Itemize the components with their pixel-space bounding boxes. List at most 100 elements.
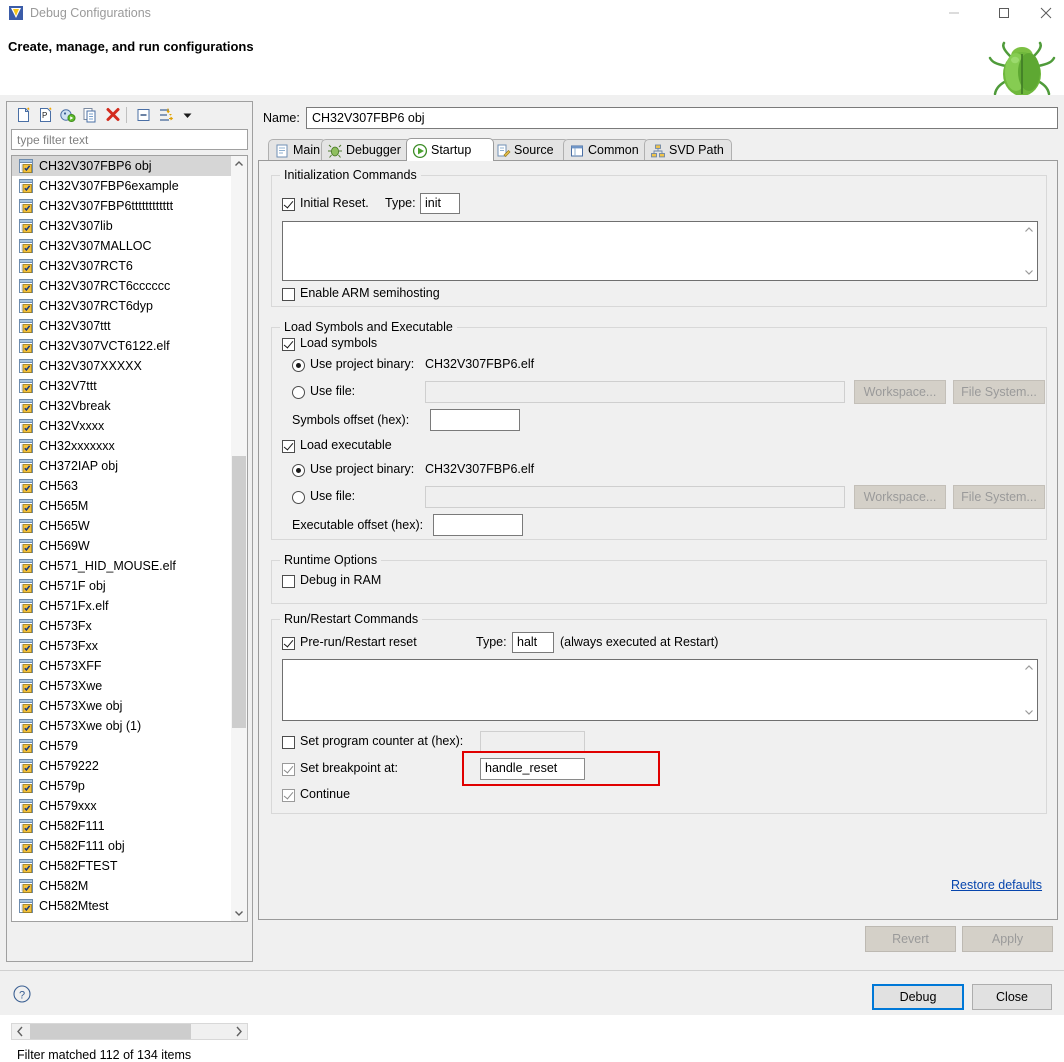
tab-debugger[interactable]: Debugger [321,139,411,161]
symbols-workspace-button[interactable]: Workspace... [854,380,946,404]
collapse-all-icon[interactable] [135,106,153,124]
tab-startup[interactable]: Startup [406,138,494,161]
symbols-filesystem-button[interactable]: File System... [953,380,1045,404]
prerun-type-input[interactable]: halt [512,632,554,653]
duplicate-icon[interactable] [81,106,99,124]
tree-item[interactable]: CH582F111 [12,816,232,836]
tab-svd-path[interactable]: SVD Path [644,139,732,161]
new-prototype-icon[interactable]: P [37,106,55,124]
new-launch-configuration-icon[interactable] [15,106,33,124]
tree-item[interactable]: CH571Fx.elf [12,596,232,616]
export-icon[interactable] [59,106,77,124]
minimize-button[interactable] [932,0,976,26]
symbols-use-project-binary-radio[interactable] [292,359,305,372]
scroll-up-arrow[interactable] [231,156,247,172]
scroll-right-arrow[interactable] [230,1024,247,1039]
tab-main[interactable]: Main [268,139,326,161]
tree-vertical-scrollbar[interactable] [231,156,247,921]
debug-in-ram-checkbox[interactable] [282,575,295,588]
executable-use-file-input[interactable] [425,486,845,508]
tree-item[interactable]: CH32V307lib [12,216,232,236]
set-program-counter-input[interactable] [480,731,585,752]
init-commands-scrollbar[interactable] [1022,223,1036,279]
tree-item[interactable]: CH32V307XXXXX [12,356,232,376]
executable-use-file-radio[interactable] [292,491,305,504]
load-executable-checkbox[interactable] [282,440,295,453]
tree-item[interactable]: CH579222 [12,756,232,776]
delete-icon[interactable] [104,106,122,124]
executable-offset-input[interactable] [433,514,523,536]
tree-item[interactable]: CH571_HID_MOUSE.elf [12,556,232,576]
restore-defaults-link[interactable]: Restore defaults [951,878,1042,892]
help-icon[interactable]: ? [12,984,32,1004]
tree-item[interactable]: CH32V307FBP6tttttttttttt [12,196,232,216]
initialization-commands-textarea[interactable] [282,221,1038,281]
init-scroll-down-arrow[interactable] [1022,265,1036,279]
tree-item[interactable]: CH32V307RCT6 [12,256,232,276]
tree-item[interactable]: CH32xxxxxxx [12,436,232,456]
executable-workspace-button[interactable]: Workspace... [854,485,946,509]
tree-item[interactable]: CH573Xwe obj [12,696,232,716]
tree-item[interactable]: CH569W [12,536,232,556]
tree-item[interactable]: CH579xxx [12,796,232,816]
revert-button[interactable]: Revert [865,926,956,952]
tree-item[interactable]: CH563 [12,476,232,496]
tree-item[interactable]: CH32V307ttt [12,316,232,336]
continue-checkbox[interactable] [282,789,295,802]
tree-item[interactable]: CH565M [12,496,232,516]
tree-item[interactable]: CH32V307VCT6122.elf [12,336,232,356]
tab-common[interactable]: Common [563,139,649,161]
executable-filesystem-button[interactable]: File System... [953,485,1045,509]
tree-item[interactable]: CH372IAP obj [12,456,232,476]
tree-item[interactable]: CH32V307FBP6example [12,176,232,196]
tree-item[interactable]: CH582F111 obj [12,836,232,856]
tree-item[interactable]: CH32V307MALLOC [12,236,232,256]
tree-item[interactable]: CH32Vbreak [12,396,232,416]
run-restart-commands-textarea[interactable] [282,659,1038,721]
tree-item[interactable]: CH582M [12,876,232,896]
tree-item[interactable]: CH32V307RCT6cccccc [12,276,232,296]
init-scroll-up-arrow[interactable] [1022,223,1036,237]
tree-item[interactable]: CH32V307FBP6 obj [12,156,232,176]
symbols-use-file-radio[interactable] [292,386,305,399]
tree-item[interactable]: CH573Fxx [12,636,232,656]
tree-item[interactable]: CH565W [12,516,232,536]
apply-button[interactable]: Apply [962,926,1053,952]
tree-item[interactable]: CH579 [12,736,232,756]
executable-use-project-binary-radio[interactable] [292,464,305,477]
set-breakpoint-checkbox[interactable] [282,763,295,776]
run-restart-commands-scrollbar[interactable] [1022,661,1036,719]
tree-item[interactable]: CH32V307RCT6dyp [12,296,232,316]
run-scroll-down-arrow[interactable] [1022,705,1036,719]
tree-item[interactable]: CH573Xwe obj (1) [12,716,232,736]
tree-item[interactable]: CH579p [12,776,232,796]
scroll-left-arrow[interactable] [12,1024,29,1039]
load-symbols-checkbox[interactable] [282,338,295,351]
set-program-counter-checkbox[interactable] [282,736,295,749]
name-input[interactable]: CH32V307FBP6 obj [306,107,1058,129]
filter-icon[interactable] [157,106,175,124]
tree-item[interactable]: CH573Fx [12,616,232,636]
tree-item[interactable]: CH571F obj [12,576,232,596]
initial-reset-checkbox[interactable] [282,198,295,211]
tree-item[interactable]: CH582FTEST [12,856,232,876]
symbols-offset-input[interactable] [430,409,520,431]
run-scroll-up-arrow[interactable] [1022,661,1036,675]
scroll-down-arrow[interactable] [231,905,247,921]
symbols-use-file-input[interactable] [425,381,845,403]
tree-item[interactable]: CH573Xwe [12,676,232,696]
initial-reset-type-input[interactable]: init [420,193,460,214]
set-breakpoint-input[interactable]: handle_reset [480,758,585,780]
close-button[interactable]: Close [972,984,1052,1010]
tree-item[interactable]: CH582Mtest [12,896,232,916]
tree-item[interactable]: CH32Vxxxx [12,416,232,436]
close-window-button[interactable] [1028,0,1064,26]
debug-button[interactable]: Debug [872,984,964,1010]
tree-scrollbar-thumb[interactable] [232,456,246,728]
tree-item[interactable]: CH573XFF [12,656,232,676]
configurations-tree[interactable]: CH32V307FBP6 objCH32V307FBP6exampleCH32V… [11,155,248,922]
filter-input[interactable]: type filter text [11,129,248,150]
tree-item[interactable]: CH32V7ttt [12,376,232,396]
tree-horizontal-scrollbar[interactable] [11,1023,248,1040]
enable-arm-semihosting-checkbox[interactable] [282,288,295,301]
